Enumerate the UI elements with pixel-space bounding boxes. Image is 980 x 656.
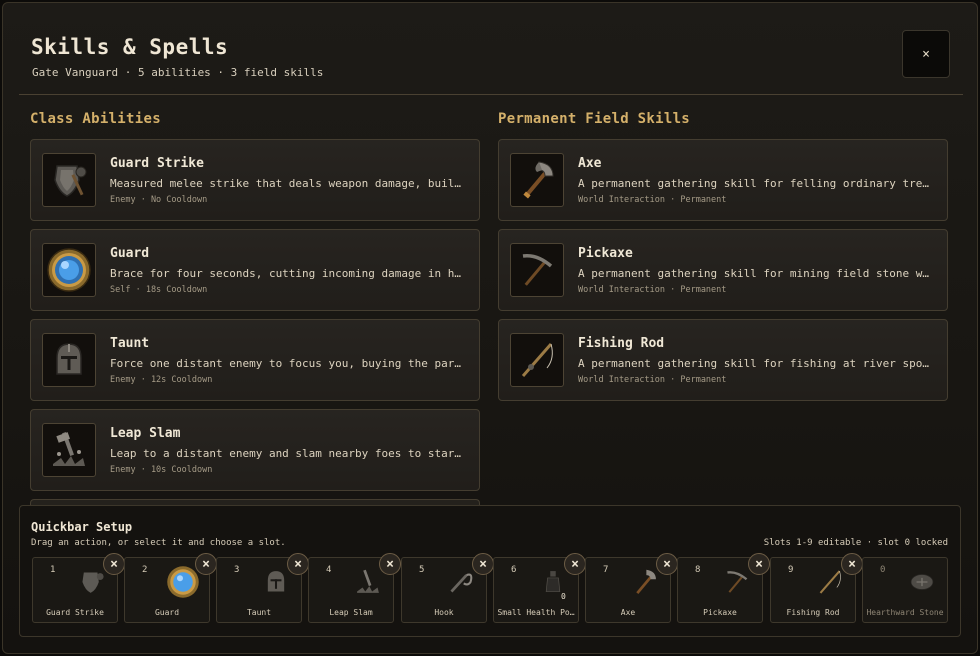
ability-meta: Self · 18s Cooldown xyxy=(110,285,208,295)
field-skills-heading: Permanent Field Skills xyxy=(498,111,691,127)
remove-slot-button[interactable]: × xyxy=(564,553,586,575)
quickbar-slot-0-locked: 0 Hearthward Stone xyxy=(862,557,948,623)
field-skill-card-fishing-rod[interactable]: Fishing Rod A permanent gathering skill … xyxy=(498,319,948,401)
field-skill-card-axe[interactable]: Axe A permanent gathering skill for fell… xyxy=(498,139,948,221)
helmet-icon xyxy=(42,333,96,387)
slot-label: Hearthward Stone xyxy=(866,608,944,617)
quickbar-slot-8[interactable]: 8 Pickaxe × xyxy=(677,553,770,623)
ability-description: Leap to a distant enemy and slam nearby … xyxy=(110,447,461,460)
quickbar-hint: Drag an action, or select it and choose … xyxy=(31,538,286,548)
field-skill-card-pickaxe[interactable]: Pickaxe A permanent gathering skill for … xyxy=(498,229,948,311)
fishing-rod-icon xyxy=(815,567,845,597)
slot-label: Guard Strike xyxy=(46,608,104,617)
skill-name: Fishing Rod xyxy=(578,336,665,351)
skill-description: A permanent gathering skill for mining f… xyxy=(578,267,929,280)
ability-card-taunt[interactable]: Taunt Force one distant enemy to focus y… xyxy=(30,319,480,401)
slot-number: 4 xyxy=(326,565,332,575)
slot-label: Small Health Po… xyxy=(497,608,575,617)
quickbar-slot-4[interactable]: 4 Leap Slam × xyxy=(308,553,401,623)
skill-meta: World Interaction · Permanent xyxy=(578,195,727,205)
ability-card-leap-slam[interactable]: Leap Slam Leap to a distant enemy and sl… xyxy=(30,409,480,491)
item-quantity: 0 xyxy=(561,592,566,601)
close-button[interactable]: × xyxy=(902,30,950,78)
quickbar-status: Slots 1-9 editable · slot 0 locked xyxy=(763,538,948,548)
skill-description: A permanent gathering skill for fishing … xyxy=(578,357,929,370)
remove-slot-button[interactable]: × xyxy=(748,553,770,575)
skill-name: Pickaxe xyxy=(578,246,633,261)
ability-meta: Enemy · 12s Cooldown xyxy=(110,375,213,385)
quickbar-slot-7[interactable]: 7 Axe × xyxy=(585,553,678,623)
quickbar-title: Quickbar Setup xyxy=(31,520,133,534)
ability-name: Taunt xyxy=(110,336,150,351)
close-icon: × xyxy=(922,46,930,62)
shield-mace-icon xyxy=(77,567,107,597)
shield-mace-icon xyxy=(42,153,96,207)
hook-icon xyxy=(446,567,476,597)
skill-meta: World Interaction · Permanent xyxy=(578,375,727,385)
class-abilities-heading: Class Abilities xyxy=(30,111,161,127)
slot-label: Hook xyxy=(434,608,454,617)
helmet-icon xyxy=(261,567,291,597)
axe-icon xyxy=(510,153,564,207)
remove-slot-button[interactable]: × xyxy=(656,553,678,575)
fishing-rod-icon xyxy=(510,333,564,387)
hearthward-stone-icon xyxy=(907,567,937,597)
ability-name: Guard Strike xyxy=(110,156,204,171)
ability-description: Brace for four seconds, cutting incoming… xyxy=(110,267,461,280)
slot-label: Pickaxe xyxy=(703,608,737,617)
panel-title: Skills & Spells xyxy=(31,35,229,59)
ability-description: Force one distant enemy to focus you, bu… xyxy=(110,357,461,370)
slot-label: Fishing Rod xyxy=(786,608,840,617)
leap-slam-icon xyxy=(42,423,96,477)
slot-number: 1 xyxy=(50,565,56,575)
quickbar-slot-3[interactable]: 3 Taunt × xyxy=(216,553,309,623)
remove-slot-button[interactable]: × xyxy=(195,553,217,575)
skill-description: A permanent gathering skill for felling … xyxy=(578,177,929,190)
remove-slot-button[interactable]: × xyxy=(103,553,125,575)
slot-number: 7 xyxy=(603,565,609,575)
ability-meta: Enemy · No Cooldown xyxy=(110,195,208,205)
axe-icon xyxy=(630,567,660,597)
remove-slot-button[interactable]: × xyxy=(841,553,863,575)
pickaxe-icon xyxy=(510,243,564,297)
slot-label: Leap Slam xyxy=(329,608,373,617)
remove-slot-button[interactable]: × xyxy=(287,553,309,575)
remove-slot-button[interactable]: × xyxy=(472,553,494,575)
slot-number: 5 xyxy=(419,565,425,575)
quickbar-slot-6[interactable]: 6 0 Small Health Po… × xyxy=(493,553,586,623)
slot-label: Taunt xyxy=(246,608,272,617)
quickbar-slot-9[interactable]: 9 Fishing Rod × xyxy=(770,553,863,623)
ability-card-guard[interactable]: Guard Brace for four seconds, cutting in… xyxy=(30,229,480,311)
ability-name: Guard xyxy=(110,246,150,261)
slot-number: 8 xyxy=(695,565,701,575)
panel-subtitle: Gate Vanguard · 5 abilities · 3 field sk… xyxy=(32,66,324,79)
skill-name: Axe xyxy=(578,156,602,171)
quickbar-slot-5[interactable]: 5 Hook × xyxy=(401,553,494,623)
quickbar-slot-2[interactable]: 2 Guard × xyxy=(124,553,217,623)
slot-label: Guard xyxy=(154,608,180,617)
blue-orb-icon xyxy=(42,243,96,297)
slot-number: 9 xyxy=(788,565,794,575)
remove-slot-button[interactable]: × xyxy=(379,553,401,575)
leap-slam-icon xyxy=(353,567,383,597)
ability-card-guard-strike[interactable]: Guard Strike Measured melee strike that … xyxy=(30,139,480,221)
ability-name: Leap Slam xyxy=(110,426,181,441)
header-divider xyxy=(19,94,963,95)
quickbar-slot-1[interactable]: 1 Guard Strike × xyxy=(32,553,125,623)
pickaxe-icon xyxy=(722,567,752,597)
slot-number: 2 xyxy=(142,565,148,575)
slot-number: 3 xyxy=(234,565,240,575)
quickbar-setup: Quickbar Setup Drag an action, or select… xyxy=(19,505,961,637)
slot-number: 0 xyxy=(880,565,886,575)
slot-number: 6 xyxy=(511,565,517,575)
skill-meta: World Interaction · Permanent xyxy=(578,285,727,295)
slot-label: Axe xyxy=(620,608,636,617)
ability-description: Measured melee strike that deals weapon … xyxy=(110,177,461,190)
ability-meta: Enemy · 10s Cooldown xyxy=(110,465,213,475)
